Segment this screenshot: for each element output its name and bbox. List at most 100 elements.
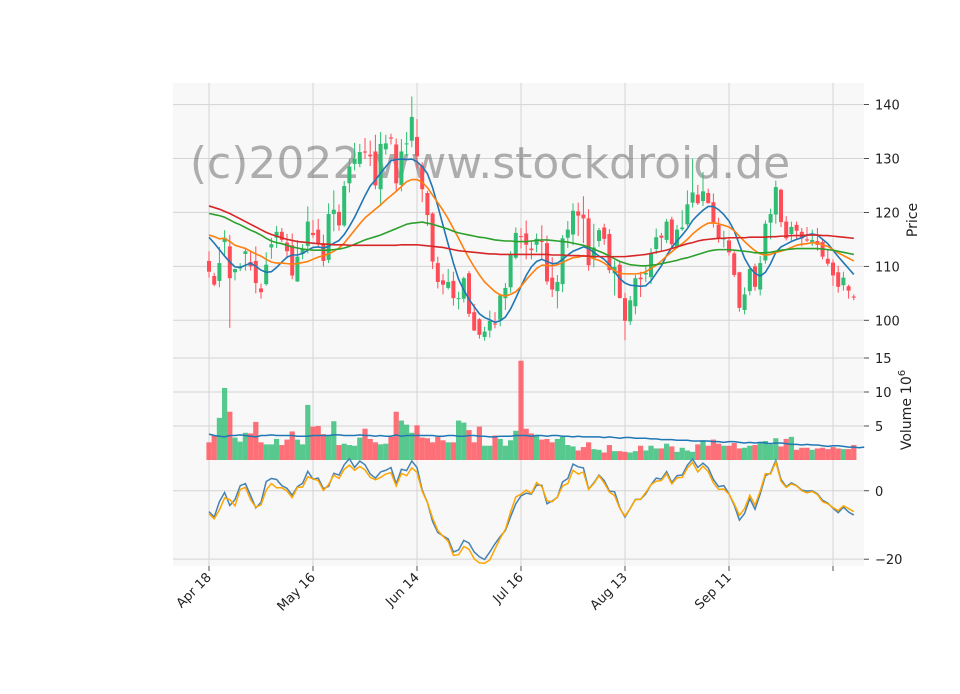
- volume-bar: [684, 450, 690, 460]
- candle-body: [789, 226, 794, 234]
- candle-body: [493, 323, 497, 325]
- candle-body: [555, 281, 560, 292]
- volume-bar: [471, 442, 477, 460]
- volume-bar: [424, 438, 430, 460]
- volume-bar: [560, 436, 566, 460]
- candle-body: [732, 253, 737, 275]
- candle-body: [711, 202, 716, 224]
- candle-body: [617, 264, 622, 299]
- volume-bar: [398, 420, 404, 460]
- candle-body: [768, 214, 773, 223]
- volume-bar: [570, 446, 576, 460]
- candle-body: [550, 277, 555, 290]
- volume-bar: [627, 452, 633, 460]
- macd-y-tick-label: 0: [875, 485, 883, 500]
- candle-body: [716, 224, 721, 239]
- candle-body: [337, 211, 341, 226]
- volume-bar: [430, 442, 436, 460]
- volume-bar: [804, 447, 810, 460]
- volume-y-tick-label: 15: [875, 352, 892, 367]
- candle-body: [810, 239, 815, 243]
- candle-body: [383, 143, 388, 150]
- volume-axis-unit: 10: [899, 376, 915, 394]
- candle-body: [690, 192, 695, 203]
- x-tick-label: Sep 11: [692, 570, 735, 613]
- volume-bar: [310, 426, 316, 460]
- volume-bar: [502, 445, 508, 460]
- volume-axis-unit-exponent: 6: [897, 370, 908, 376]
- volume-bar: [539, 439, 545, 460]
- candle-body: [524, 233, 529, 245]
- volume-bar: [799, 447, 805, 460]
- candle-body: [435, 263, 440, 282]
- candle-body: [597, 230, 601, 241]
- volume-bar: [237, 441, 243, 460]
- candle-body: [425, 193, 430, 216]
- candle-body: [253, 260, 258, 284]
- candle-body: [669, 219, 674, 245]
- volume-bar: [300, 444, 306, 460]
- volume-bar: [305, 404, 311, 460]
- price-y-tick-label: 130: [875, 152, 900, 167]
- candle-body: [482, 331, 487, 337]
- volume-bar: [419, 437, 425, 460]
- volume-bar: [710, 439, 716, 460]
- candle-body: [487, 320, 492, 331]
- candle-body: [321, 243, 326, 261]
- volume-bar: [830, 447, 836, 460]
- volume-bar: [383, 443, 389, 460]
- volume-bar: [596, 449, 602, 460]
- candle-body: [472, 312, 477, 331]
- price-y-tick-label: 110: [875, 260, 900, 275]
- macd-y-tick-label: −20: [875, 553, 902, 568]
- candle-body: [825, 258, 830, 264]
- candle-body: [737, 272, 742, 308]
- volume-bar: [466, 430, 472, 460]
- candle-body: [680, 227, 685, 230]
- volume-bar: [461, 422, 467, 460]
- volume-bar: [211, 435, 217, 460]
- candle-body: [519, 236, 523, 238]
- volume-bar: [367, 438, 373, 460]
- volume-bar: [617, 451, 623, 460]
- candle-body: [404, 143, 409, 145]
- x-tick-label: May 16: [275, 570, 319, 614]
- candle-body: [316, 229, 321, 244]
- volume-bar: [357, 437, 363, 460]
- candle-body: [831, 262, 835, 276]
- volume-bar: [788, 436, 794, 460]
- volume-bar: [216, 417, 222, 460]
- volume-bar: [549, 442, 555, 460]
- candle-body: [295, 256, 300, 282]
- volume-bar: [440, 440, 446, 460]
- volume-bar: [565, 445, 571, 460]
- candle-body: [529, 248, 534, 251]
- volume-bar: [326, 435, 332, 460]
- volume-bar: [206, 442, 212, 460]
- candle-body: [602, 227, 607, 239]
- candle-body: [456, 298, 461, 300]
- candle-body: [638, 277, 643, 280]
- candle-body: [753, 266, 757, 287]
- candle-body: [347, 166, 352, 184]
- volume-bar: [742, 447, 748, 460]
- volume-bar: [409, 432, 415, 460]
- volume-bar: [794, 449, 800, 460]
- candle-body: [269, 244, 274, 248]
- candle-body: [399, 151, 404, 185]
- candle-body: [581, 214, 586, 219]
- volume-bar: [773, 438, 779, 460]
- volume-bar: [752, 445, 758, 460]
- volume-bar: [601, 452, 607, 460]
- volume-bar: [814, 448, 820, 460]
- volume-bar: [840, 449, 846, 460]
- candle-body: [451, 280, 456, 299]
- candle-body: [576, 211, 581, 216]
- x-tick-label: Jul 16: [490, 570, 527, 607]
- volume-bar: [820, 447, 826, 460]
- macd-panel-background: [173, 460, 864, 566]
- candle-body: [851, 296, 856, 298]
- volume-bar: [653, 448, 659, 460]
- candle-body: [467, 273, 471, 314]
- volume-bar: [554, 438, 560, 460]
